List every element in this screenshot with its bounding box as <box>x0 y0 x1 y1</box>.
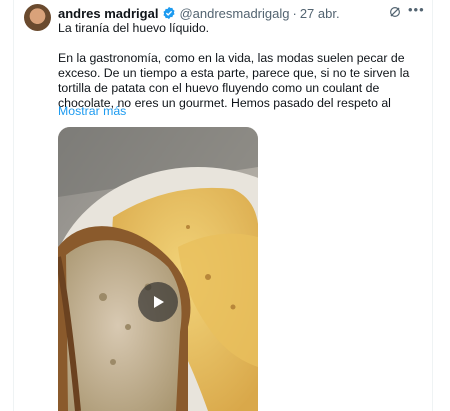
video-thumbnail <box>58 127 258 411</box>
verified-badge-icon <box>163 6 175 20</box>
grok-icon[interactable] <box>388 5 402 19</box>
author-handle[interactable]: @andresmadrigalg <box>179 6 289 21</box>
tweet-text-paragraph: En la gastronomía, como en la vida, las … <box>58 51 410 110</box>
tweet-text: La tiranía del huevo líquido. En la gast… <box>58 21 424 111</box>
tweet-date[interactable]: 27 abr. <box>300 6 340 21</box>
tweet-header: andres madrigal @andresmadrigalg · 27 ab… <box>58 5 340 21</box>
avatar[interactable] <box>24 4 51 31</box>
play-icon[interactable] <box>138 282 178 322</box>
more-options-icon[interactable]: ••• <box>408 3 424 17</box>
tweet-video[interactable] <box>58 127 258 411</box>
show-more-link[interactable]: Mostrar más <box>58 104 126 118</box>
header-separator: · <box>292 5 297 21</box>
tweet-text-line: La tiranía del huevo líquido. <box>58 21 210 35</box>
author-name[interactable]: andres madrigal <box>58 6 158 21</box>
